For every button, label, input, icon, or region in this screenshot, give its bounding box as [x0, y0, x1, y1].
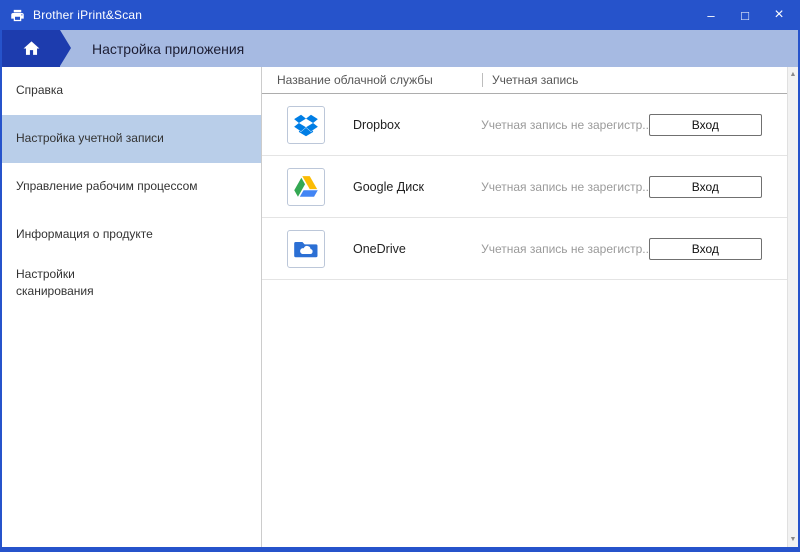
sidebar-item-scan-settings[interactable]: Настройки сканирования — [2, 259, 261, 307]
home-button[interactable] — [2, 30, 60, 67]
close-button[interactable]: × — [762, 0, 796, 30]
login-button-google-drive[interactable]: Вход — [649, 176, 762, 198]
scroll-down-icon[interactable]: ▼ — [790, 532, 797, 547]
account-status: Учетная запись не зарегистр... — [481, 118, 649, 132]
maximize-button[interactable]: □ — [728, 0, 762, 30]
login-button-dropbox[interactable]: Вход — [649, 114, 762, 136]
scrollbar[interactable]: ▲ ▼ — [787, 67, 798, 547]
minimize-button[interactable]: – — [694, 0, 728, 30]
column-header-account: Учетная запись — [492, 73, 578, 87]
service-list: Dropbox Учетная запись не зарегистр... В… — [262, 94, 787, 547]
service-row-google-drive: Google Диск Учетная запись не зарегистр.… — [262, 156, 787, 218]
google-drive-icon — [287, 168, 325, 206]
settings-sidebar: Справка Настройка учетной записи Управле… — [2, 67, 262, 547]
dropbox-icon — [287, 106, 325, 144]
page-title: Настройка приложения — [92, 41, 244, 57]
window-title: Brother iPrint&Scan — [33, 8, 142, 22]
login-button-onedrive[interactable]: Вход — [649, 238, 762, 260]
scroll-up-icon[interactable]: ▲ — [790, 67, 797, 82]
printer-icon — [10, 8, 25, 23]
sidebar-item-account-settings[interactable]: Настройка учетной записи — [2, 115, 261, 163]
main-content: Название облачной службы Учетная запись … — [262, 67, 787, 547]
home-icon — [22, 39, 41, 58]
column-header-service: Название облачной службы — [262, 73, 482, 87]
service-row-dropbox: Dropbox Учетная запись не зарегистр... В… — [262, 94, 787, 156]
column-divider — [482, 73, 483, 87]
sidebar-item-help[interactable]: Справка — [2, 67, 261, 115]
window-body: Справка Настройка учетной записи Управле… — [2, 67, 798, 547]
account-status: Учетная запись не зарегистр... — [481, 242, 649, 256]
onedrive-icon — [287, 230, 325, 268]
app-window: Brother iPrint&Scan – □ × Настройка прил… — [0, 0, 800, 552]
sidebar-item-product-info[interactable]: Информация о продукте — [2, 211, 261, 259]
service-name: Google Диск — [353, 180, 481, 194]
service-name: OneDrive — [353, 242, 481, 256]
table-header: Название облачной службы Учетная запись — [262, 67, 787, 94]
header-band: Настройка приложения — [2, 30, 798, 67]
titlebar: Brother iPrint&Scan – □ × — [0, 0, 800, 30]
service-name: Dropbox — [353, 118, 481, 132]
sidebar-item-workflow[interactable]: Управление рабочим процессом — [2, 163, 261, 211]
service-row-onedrive: OneDrive Учетная запись не зарегистр... … — [262, 218, 787, 280]
window-controls: – □ × — [694, 0, 800, 30]
account-status: Учетная запись не зарегистр... — [481, 180, 649, 194]
